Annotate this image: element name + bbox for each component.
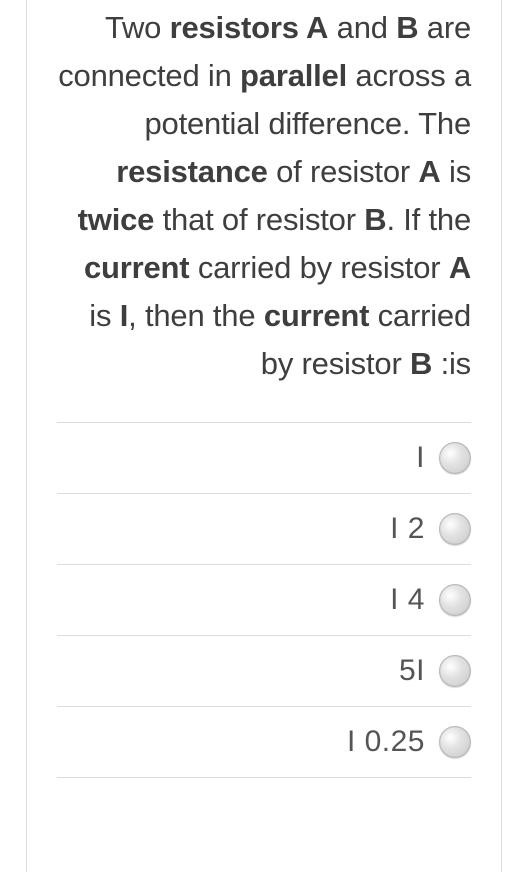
option-row[interactable]: I 2 (57, 493, 471, 564)
option-label: I 4 (390, 583, 439, 617)
radio-icon[interactable] (439, 442, 471, 474)
option-row[interactable]: I (57, 422, 471, 493)
option-label: I 0.25 (347, 725, 439, 759)
radio-icon[interactable] (439, 584, 471, 616)
radio-icon[interactable] (439, 513, 471, 545)
radio-icon[interactable] (439, 726, 471, 758)
option-label: I (416, 441, 439, 475)
question-text: Two resistors A and B are connected in p… (57, 0, 471, 388)
option-label: 5I (399, 654, 439, 688)
question-panel: Two resistors A and B are connected in p… (26, 0, 502, 872)
radio-icon[interactable] (439, 655, 471, 687)
options-list: I I 2 I 4 5I I 0.25 (57, 422, 471, 778)
option-row[interactable]: I 0.25 (57, 706, 471, 778)
option-row[interactable]: 5I (57, 635, 471, 706)
option-row[interactable]: I 4 (57, 564, 471, 635)
option-label: I 2 (390, 512, 439, 546)
